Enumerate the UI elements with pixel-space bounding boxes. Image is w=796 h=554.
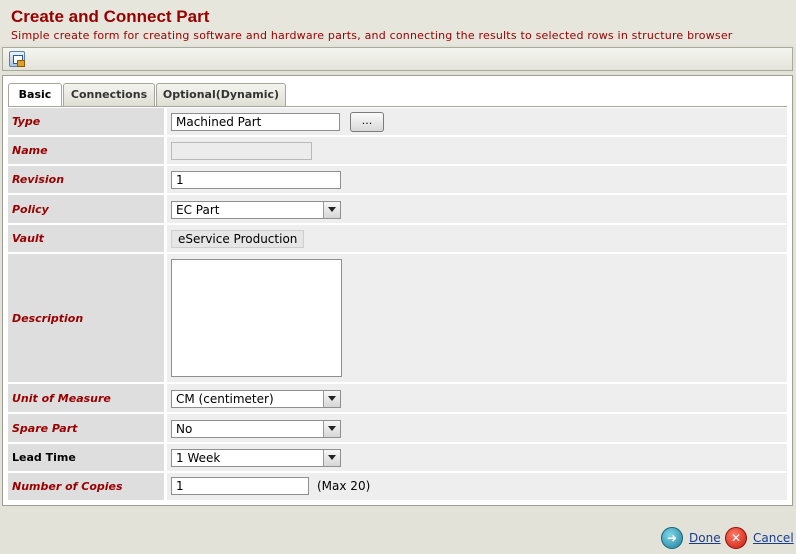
row-unit-of-measure: Unit of Measure CM (centimeter) xyxy=(8,384,787,412)
row-number-of-copies: Number of Copies 1 (Max 20) xyxy=(8,473,787,500)
policy-label: Policy xyxy=(8,195,164,223)
name-input xyxy=(171,142,312,160)
toolbar xyxy=(2,47,793,71)
row-spare-part: Spare Part No xyxy=(8,414,787,442)
description-textarea[interactable] xyxy=(171,259,342,377)
chevron-down-icon[interactable] xyxy=(323,391,340,407)
page-subtitle: Simple create form for creating software… xyxy=(11,29,733,42)
type-field-cell: Machined Part ... xyxy=(167,108,787,135)
name-field-cell xyxy=(167,137,787,164)
row-description: Description xyxy=(8,254,787,382)
vault-field-cell: eService Production xyxy=(167,225,787,252)
unit-of-measure-label: Unit of Measure xyxy=(8,384,164,412)
vault-label: Vault xyxy=(8,225,164,252)
lead-time-select[interactable]: 1 Week xyxy=(171,449,341,467)
chevron-down-icon[interactable] xyxy=(323,202,340,218)
description-label: Description xyxy=(8,254,164,382)
page-header: Create and Connect Part Simple create fo… xyxy=(0,0,796,45)
row-lead-time: Lead Time 1 Week xyxy=(8,444,787,471)
tab-optional-dynamic[interactable]: Optional(Dynamic) xyxy=(156,83,286,106)
number-of-copies-hint: (Max 20) xyxy=(317,479,371,493)
spare-part-select[interactable]: No xyxy=(171,420,341,438)
tab-divider xyxy=(8,106,787,107)
cancel-link[interactable]: Cancel xyxy=(753,531,794,545)
row-revision: Revision 1 xyxy=(8,166,787,193)
row-type: Type Machined Part ... xyxy=(8,108,787,135)
unit-of-measure-selected-value: CM (centimeter) xyxy=(176,392,274,406)
unit-of-measure-field-cell: CM (centimeter) xyxy=(167,384,787,412)
type-label: Type xyxy=(8,108,164,135)
number-of-copies-field-cell: 1 (Max 20) xyxy=(167,473,787,500)
form-action-icon[interactable] xyxy=(9,51,25,67)
cancel-button[interactable]: ✕ Cancel xyxy=(725,527,794,549)
vault-value: eService Production xyxy=(171,230,305,248)
unit-of-measure-select[interactable]: CM (centimeter) xyxy=(171,390,341,408)
spare-part-selected-value: No xyxy=(176,422,193,436)
done-link[interactable]: Done xyxy=(689,531,721,545)
spare-part-field-cell: No xyxy=(167,414,787,442)
chevron-down-icon[interactable] xyxy=(323,450,340,466)
spare-part-label: Spare Part xyxy=(8,414,164,442)
lead-time-selected-value: 1 Week xyxy=(176,451,221,465)
close-icon[interactable]: ✕ xyxy=(725,527,747,549)
number-of-copies-input[interactable]: 1 xyxy=(171,477,309,495)
lead-time-label: Lead Time xyxy=(8,444,164,471)
row-name: Name xyxy=(8,137,787,164)
row-vault: Vault eService Production xyxy=(8,225,787,252)
policy-select[interactable]: EC Part xyxy=(171,201,341,219)
page-title: Create and Connect Part xyxy=(11,7,210,26)
chevron-down-icon[interactable] xyxy=(323,421,340,437)
row-policy: Policy EC Part xyxy=(8,195,787,223)
lead-time-field-cell: 1 Week xyxy=(167,444,787,471)
revision-input[interactable]: 1 xyxy=(171,171,341,189)
description-field-cell xyxy=(167,254,787,382)
done-button[interactable]: ➜ Done xyxy=(661,527,721,549)
revision-label: Revision xyxy=(8,166,164,193)
type-input[interactable]: Machined Part xyxy=(171,113,340,131)
policy-selected-value: EC Part xyxy=(176,203,220,217)
number-of-copies-label: Number of Copies xyxy=(8,473,164,500)
tab-basic[interactable]: Basic xyxy=(8,83,62,107)
type-chooser-button[interactable]: ... xyxy=(350,112,384,132)
revision-field-cell: 1 xyxy=(167,166,787,193)
arrow-right-icon[interactable]: ➜ xyxy=(661,527,683,549)
form-panel: Basic Connections Optional(Dynamic) Type… xyxy=(2,75,793,506)
tab-connections[interactable]: Connections xyxy=(63,83,155,106)
policy-field-cell: EC Part xyxy=(167,195,787,223)
name-label: Name xyxy=(8,137,164,164)
